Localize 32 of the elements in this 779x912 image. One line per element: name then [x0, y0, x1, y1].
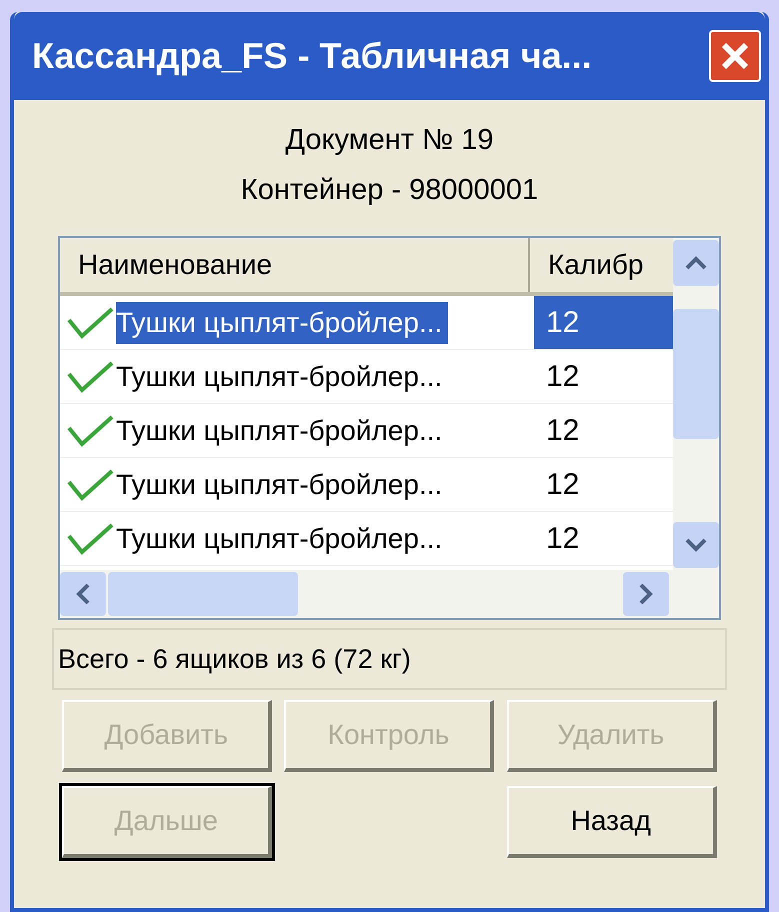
scroll-thumb[interactable] [108, 572, 298, 616]
table-row[interactable]: Тушки цыплят-бройлер... 12 [60, 296, 673, 350]
header-text: Контейнер - 98000001 [240, 174, 538, 206]
table-cell-text: 12 [545, 359, 580, 395]
table-cell-text: 12 [545, 413, 580, 449]
table-cell-text: Тушки цыплят-бройлер... [116, 360, 444, 394]
dialog-button[interactable]: Назад [506, 786, 717, 858]
table-cell: 12 [534, 296, 673, 349]
scroll-right-button[interactable] [623, 572, 669, 616]
table-row[interactable]: Тушки цыплят-бройлер... 12 [60, 350, 673, 404]
scroll-down-button[interactable] [673, 522, 719, 568]
table-cell-text: Тушки цыплят-бройлер... [116, 522, 444, 556]
close-button[interactable] [709, 30, 761, 82]
column-header[interactable]: Калибр [530, 238, 673, 292]
table-cell-text: 12 [545, 521, 580, 557]
table-row[interactable]: Тушки цыплят-бройлер... 12 [60, 512, 673, 566]
horizontal-scrollbar[interactable] [60, 570, 719, 618]
table-cell: Тушки цыплят-бройлер... [116, 302, 448, 344]
header-text: Документ № 19 [285, 124, 494, 156]
window-title: Кассандра_FS - Табличная ча... [32, 34, 592, 78]
status-text: Всего - 6 ящиков из 6 (72 кг) [58, 642, 411, 676]
table-row[interactable]: Тушки цыплят-бройлер... 12 [60, 458, 673, 512]
scroll-up-button[interactable] [673, 240, 719, 286]
vertical-scrollbar[interactable] [673, 238, 719, 570]
close-icon [720, 41, 750, 71]
table-cell-text: Тушки цыплят-бройлер... [116, 414, 444, 448]
table-cell-text: 12 [545, 467, 580, 503]
table-row[interactable]: Тушки цыплят-бройлер... 12 [60, 404, 673, 458]
column-header[interactable]: Наименование [60, 238, 530, 292]
scroll-thumb[interactable] [673, 309, 719, 439]
table-cell-text: Тушки цыплят-бройлер... [116, 468, 444, 502]
scroll-left-button[interactable] [60, 572, 106, 616]
